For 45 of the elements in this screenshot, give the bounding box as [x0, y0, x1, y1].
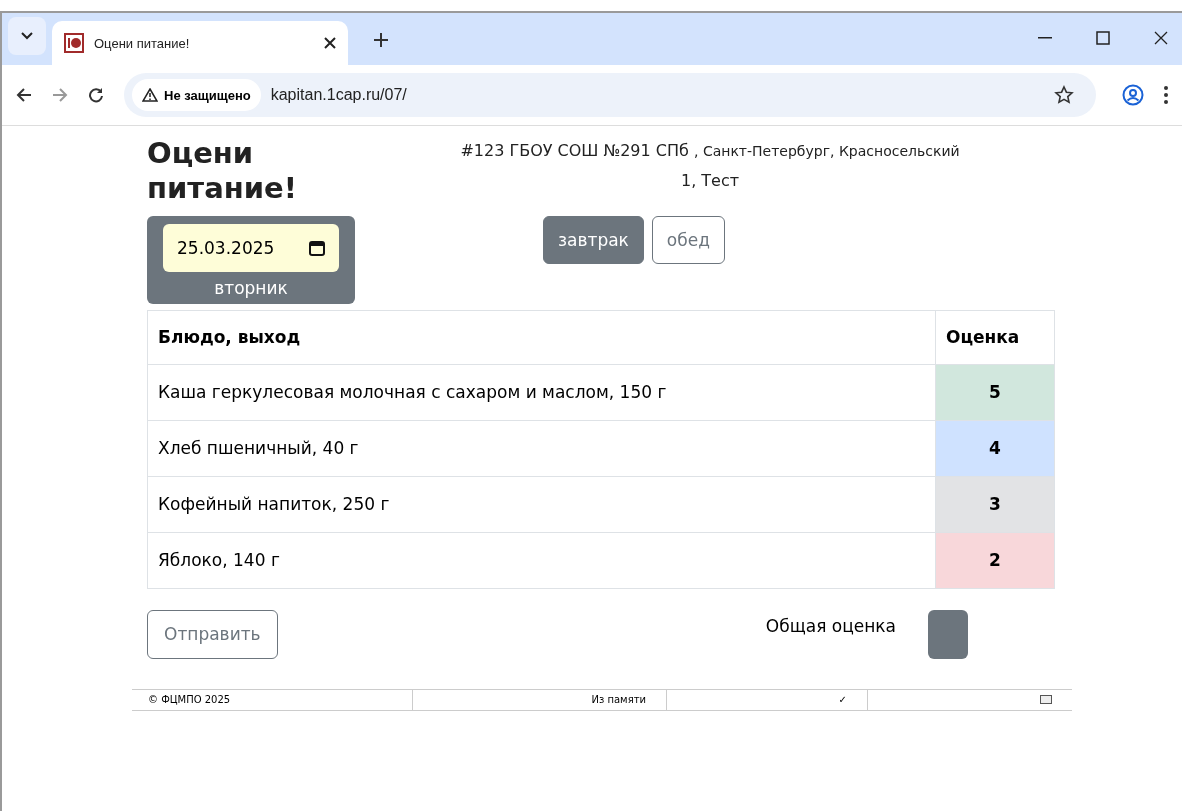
warning-icon [142, 88, 158, 102]
dish-cell: Яблоко, 140 г [147, 532, 936, 589]
meal-button[interactable]: завтрак [543, 215, 644, 264]
reload-icon[interactable] [88, 87, 104, 103]
school-name: #123 ГБОУ СОШ №291 СПб [460, 141, 689, 160]
dish-cell: Каша геркулесовая молочная с сахаром и маслом, 150 г [147, 364, 936, 421]
submit-button[interactable]: Отправить [147, 609, 278, 659]
overall-rating-box [928, 609, 968, 659]
column-header: Оценка [935, 310, 1055, 365]
forward-icon[interactable] [52, 87, 68, 103]
calendar-icon[interactable] [309, 239, 325, 256]
source-text: Из памяти [591, 694, 646, 706]
close-icon[interactable] [1154, 31, 1168, 45]
overall-label: Общая оценка [765, 615, 896, 636]
copyright-text: © ФЦМПО 2025 [148, 694, 231, 706]
page-title: Оцени питание! [147, 136, 298, 206]
window-icon [1040, 695, 1052, 705]
profile-icon[interactable] [1122, 84, 1144, 106]
new-tab-icon[interactable] [374, 33, 388, 47]
rating-cell: 5 [935, 364, 1055, 421]
dish-cell: Хлеб пшеничный, 40 г [147, 420, 936, 477]
close-icon[interactable] [324, 37, 336, 49]
menu-icon[interactable] [1164, 86, 1168, 104]
rating-cell: 4 [935, 420, 1055, 477]
browser-tab[interactable]: Оцени питание! [52, 21, 348, 65]
check-mark: ✓ [838, 694, 847, 706]
tab-list-button[interactable] [8, 17, 46, 55]
rating-cell: 2 [935, 532, 1055, 589]
school-address-tail: 1, Тест [680, 171, 740, 190]
meal-button[interactable]: обед [651, 215, 725, 264]
column-header: Блюдо, выход [147, 310, 936, 365]
weekday-label: вторник [214, 277, 288, 298]
star-icon[interactable] [1054, 85, 1074, 105]
school-address: , Санкт-Петербург, Красносельский [694, 143, 960, 159]
dish-cell: Кофейный напиток, 250 г [147, 476, 936, 533]
url-text[interactable]: kapitan.1cap.ru/07/ [270, 86, 1044, 104]
security-chip[interactable]: Не защищено [132, 79, 261, 111]
back-icon[interactable] [16, 87, 32, 103]
rating-cell: 3 [935, 476, 1055, 533]
caret-icon [21, 32, 33, 40]
site-logo-icon [64, 33, 84, 53]
date-field[interactable]: 25.03.2025 [163, 223, 339, 272]
minimize-icon[interactable] [1038, 37, 1052, 39]
tab-title: Оцени питание! [94, 35, 191, 51]
maximize-icon[interactable] [1096, 31, 1110, 45]
